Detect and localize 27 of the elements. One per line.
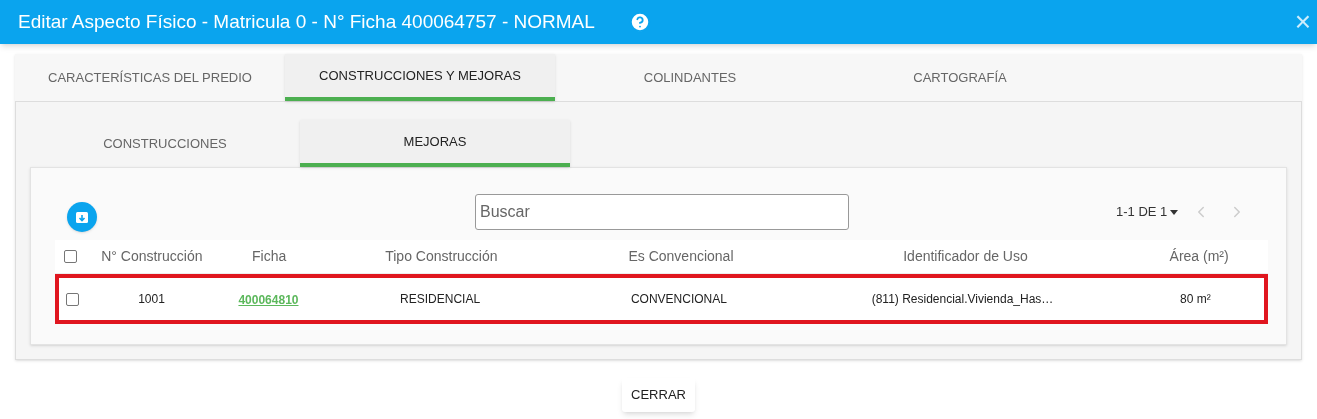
tab[interactable]: COLINDANTES bbox=[555, 54, 825, 101]
table-row[interactable]: 1001 400064810 RESIDENCIAL CONVENCIONAL (811) Residencial.Vivienda_Has… 80 m² bbox=[55, 274, 1268, 324]
caret-icon bbox=[1170, 209, 1179, 215]
table-cell-text: RESIDENCIAL bbox=[399, 291, 482, 308]
checkbox[interactable] bbox=[66, 292, 80, 306]
tab[interactable]: CONSTRUCCIONES Y MEJORAS bbox=[285, 54, 555, 101]
close-button[interactable]: CERRAR bbox=[622, 378, 695, 412]
help-icon[interactable] bbox=[628, 11, 651, 33]
column-header: Ficha bbox=[251, 247, 288, 266]
pagination-dropdown[interactable]: 1-1 DE 1 bbox=[1116, 202, 1179, 222]
download-icon[interactable] bbox=[67, 202, 97, 232]
column-header: Área (m²) bbox=[1168, 247, 1230, 266]
tab[interactable]: CONSTRUCCIONES bbox=[30, 120, 300, 167]
tab[interactable]: MEJORAS bbox=[300, 120, 570, 167]
column-header: N° Construcción bbox=[100, 247, 204, 266]
column-header: Identificador de Uso bbox=[902, 247, 1029, 266]
table-cell-text: 80 m² bbox=[1179, 291, 1212, 308]
search-field[interactable]: Buscar bbox=[475, 194, 849, 230]
checkbox[interactable] bbox=[64, 250, 78, 263]
table-cell-text: CONVENCIONAL bbox=[629, 291, 728, 308]
tab[interactable]: CARACTERÍSTICAS DEL PREDIO bbox=[15, 54, 285, 101]
column-header: Tipo Construcción bbox=[384, 247, 499, 266]
table-cell-text: 1001 bbox=[137, 291, 166, 308]
tab[interactable]: CARTOGRAFÍA bbox=[825, 54, 1095, 101]
column-header: Es Convencional bbox=[627, 247, 735, 266]
table-cell-text: (811) Residencial.Vivienda_Has… bbox=[870, 291, 1055, 308]
window-title: Editar Aspecto Físico - Matricula 0 - N° Ficha 400064757 - NORMAL bbox=[18, 9, 595, 34]
